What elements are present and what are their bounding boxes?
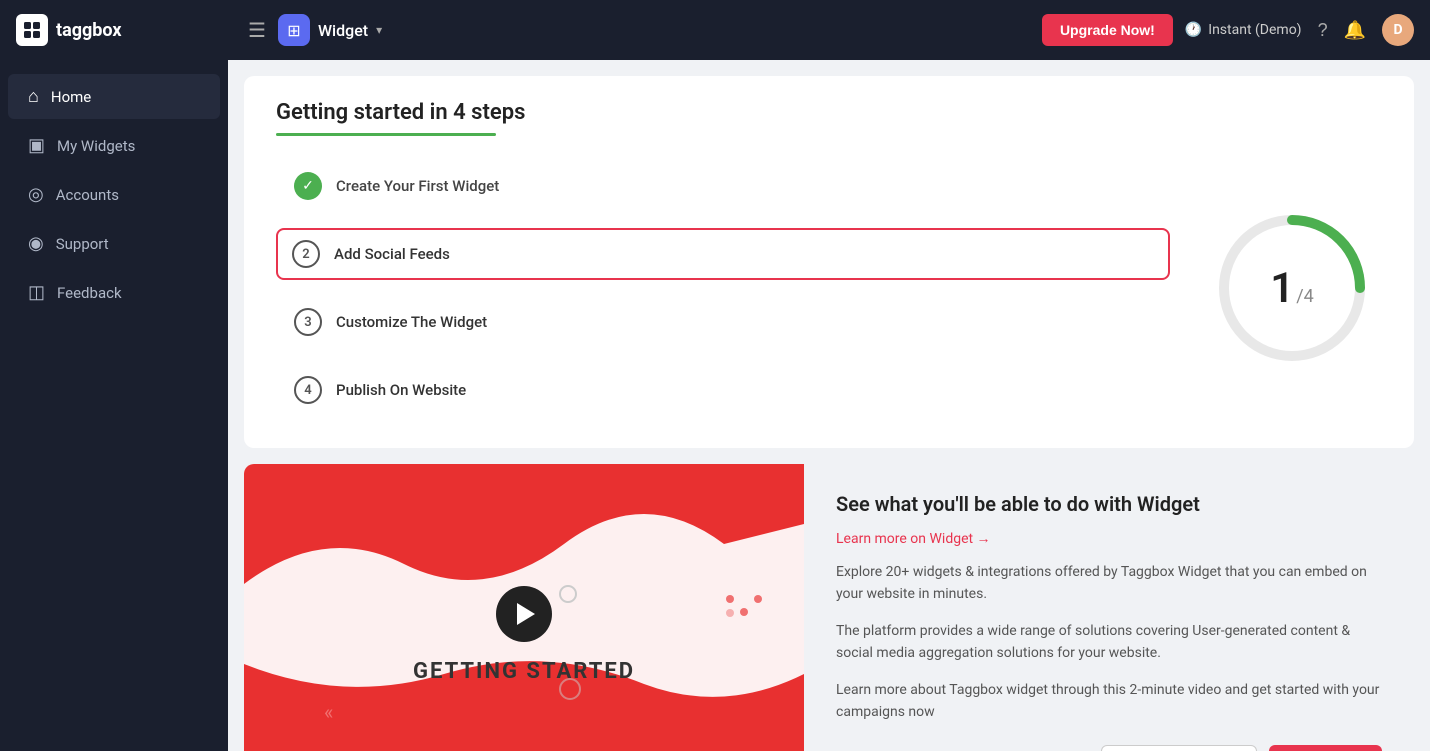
topbar-right: 🕐 Instant (Demo) ? 🔔 D bbox=[1185, 14, 1414, 46]
page-title: Getting started in 4 steps bbox=[276, 100, 1382, 125]
info-desc-3: Learn more about Taggbox widget through … bbox=[836, 679, 1382, 724]
step-4[interactable]: 4 Publish On Website bbox=[276, 364, 1170, 416]
info-title: See what you'll be able to do with Widge… bbox=[836, 492, 1382, 516]
step-1-done-icon: ✓ bbox=[294, 172, 322, 200]
sidebar-label-home: Home bbox=[51, 88, 91, 106]
play-button[interactable] bbox=[496, 586, 552, 642]
step-2-number: 2 bbox=[292, 240, 320, 268]
step-2-label: Add Social Feeds bbox=[334, 245, 450, 263]
sidebar-item-my-widgets[interactable]: ▣ My Widgets bbox=[8, 123, 220, 168]
progress-text: 1 /4 bbox=[1270, 264, 1314, 313]
steps-progress-container: ✓ Create Your First Widget 2 Add Social … bbox=[276, 160, 1382, 416]
support-icon: ◉ bbox=[28, 233, 44, 254]
step-4-label: Publish On Website bbox=[336, 381, 466, 399]
step-4-number: 4 bbox=[294, 376, 322, 404]
progress-current: 1 bbox=[1270, 264, 1294, 313]
clock-icon: 🕐 bbox=[1185, 22, 1202, 38]
title-underline bbox=[276, 133, 496, 136]
svg-text:«: « bbox=[324, 700, 333, 724]
product-selector[interactable]: ⊞ Widget ▾ bbox=[278, 14, 382, 46]
product-label: Widget bbox=[318, 21, 368, 40]
bottom-section: › « GETTING STARTED See what you'll be a… bbox=[244, 464, 1414, 751]
start-now-button[interactable]: Start Now bbox=[1269, 745, 1382, 751]
logo-icon bbox=[16, 14, 48, 46]
product-arrow-icon: ▾ bbox=[376, 23, 382, 37]
steps-list: ✓ Create Your First Widget 2 Add Social … bbox=[276, 160, 1170, 416]
progress-total: /4 bbox=[1296, 286, 1314, 307]
sidebar: ⌂ Home ▣ My Widgets ◎ Accounts ◉ Support… bbox=[0, 60, 228, 751]
step-1[interactable]: ✓ Create Your First Widget bbox=[276, 160, 1170, 212]
feedback-icon: ◫ bbox=[28, 282, 45, 303]
demo-indicator: 🕐 Instant (Demo) bbox=[1185, 22, 1302, 38]
see-demo-button[interactable]: See Demo Widget bbox=[1101, 745, 1257, 751]
step-1-label: Create Your First Widget bbox=[336, 177, 499, 195]
sidebar-item-support[interactable]: ◉ Support bbox=[8, 221, 220, 266]
notifications-button[interactable]: 🔔 bbox=[1344, 20, 1366, 41]
sidebar-label-feedback: Feedback bbox=[57, 284, 122, 302]
sidebar-label-accounts: Accounts bbox=[56, 186, 119, 204]
info-panel: See what you'll be able to do with Widge… bbox=[804, 464, 1414, 751]
accounts-icon: ◎ bbox=[28, 184, 44, 205]
help-button[interactable]: ? bbox=[1318, 20, 1328, 41]
step-3[interactable]: 3 Customize The Widget bbox=[276, 296, 1170, 348]
sidebar-label-support: Support bbox=[56, 235, 109, 253]
step-3-label: Customize The Widget bbox=[336, 313, 487, 331]
getting-started-card: Getting started in 4 steps ✓ Create Your… bbox=[244, 76, 1414, 448]
avatar[interactable]: D bbox=[1382, 14, 1414, 46]
widgets-icon: ▣ bbox=[28, 135, 45, 156]
step-2[interactable]: 2 Add Social Feeds bbox=[276, 228, 1170, 280]
logo: taggbox bbox=[16, 14, 236, 46]
info-desc-2: The platform provides a wide range of so… bbox=[836, 620, 1382, 665]
logo-text: taggbox bbox=[56, 20, 122, 41]
main-content: Getting started in 4 steps ✓ Create Your… bbox=[228, 60, 1430, 751]
menu-icon[interactable]: ☰ bbox=[248, 18, 266, 42]
learn-more-link[interactable]: Learn more on Widget → bbox=[836, 530, 1382, 547]
sidebar-item-feedback[interactable]: ◫ Feedback bbox=[8, 270, 220, 315]
sidebar-label-my-widgets: My Widgets bbox=[57, 137, 135, 155]
layout: ⌂ Home ▣ My Widgets ◎ Accounts ◉ Support… bbox=[0, 60, 1430, 751]
info-actions: See Demo Widget Start Now bbox=[836, 745, 1382, 751]
video-title: GETTING STARTED bbox=[413, 659, 635, 684]
topbar: taggbox ☰ ⊞ Widget ▾ Upgrade Now! 🕐 Inst… bbox=[0, 0, 1430, 60]
video-thumbnail[interactable]: › « GETTING STARTED bbox=[244, 464, 804, 751]
product-icon: ⊞ bbox=[278, 14, 310, 46]
home-icon: ⌂ bbox=[28, 86, 39, 107]
step-3-number: 3 bbox=[294, 308, 322, 336]
upgrade-button[interactable]: Upgrade Now! bbox=[1042, 14, 1173, 46]
info-desc-1: Explore 20+ widgets & integrations offer… bbox=[836, 561, 1382, 606]
sidebar-item-accounts[interactable]: ◎ Accounts bbox=[8, 172, 220, 217]
demo-label: Instant (Demo) bbox=[1208, 22, 1301, 38]
progress-circle: 1 /4 bbox=[1202, 198, 1382, 378]
sidebar-item-home[interactable]: ⌂ Home bbox=[8, 74, 220, 119]
